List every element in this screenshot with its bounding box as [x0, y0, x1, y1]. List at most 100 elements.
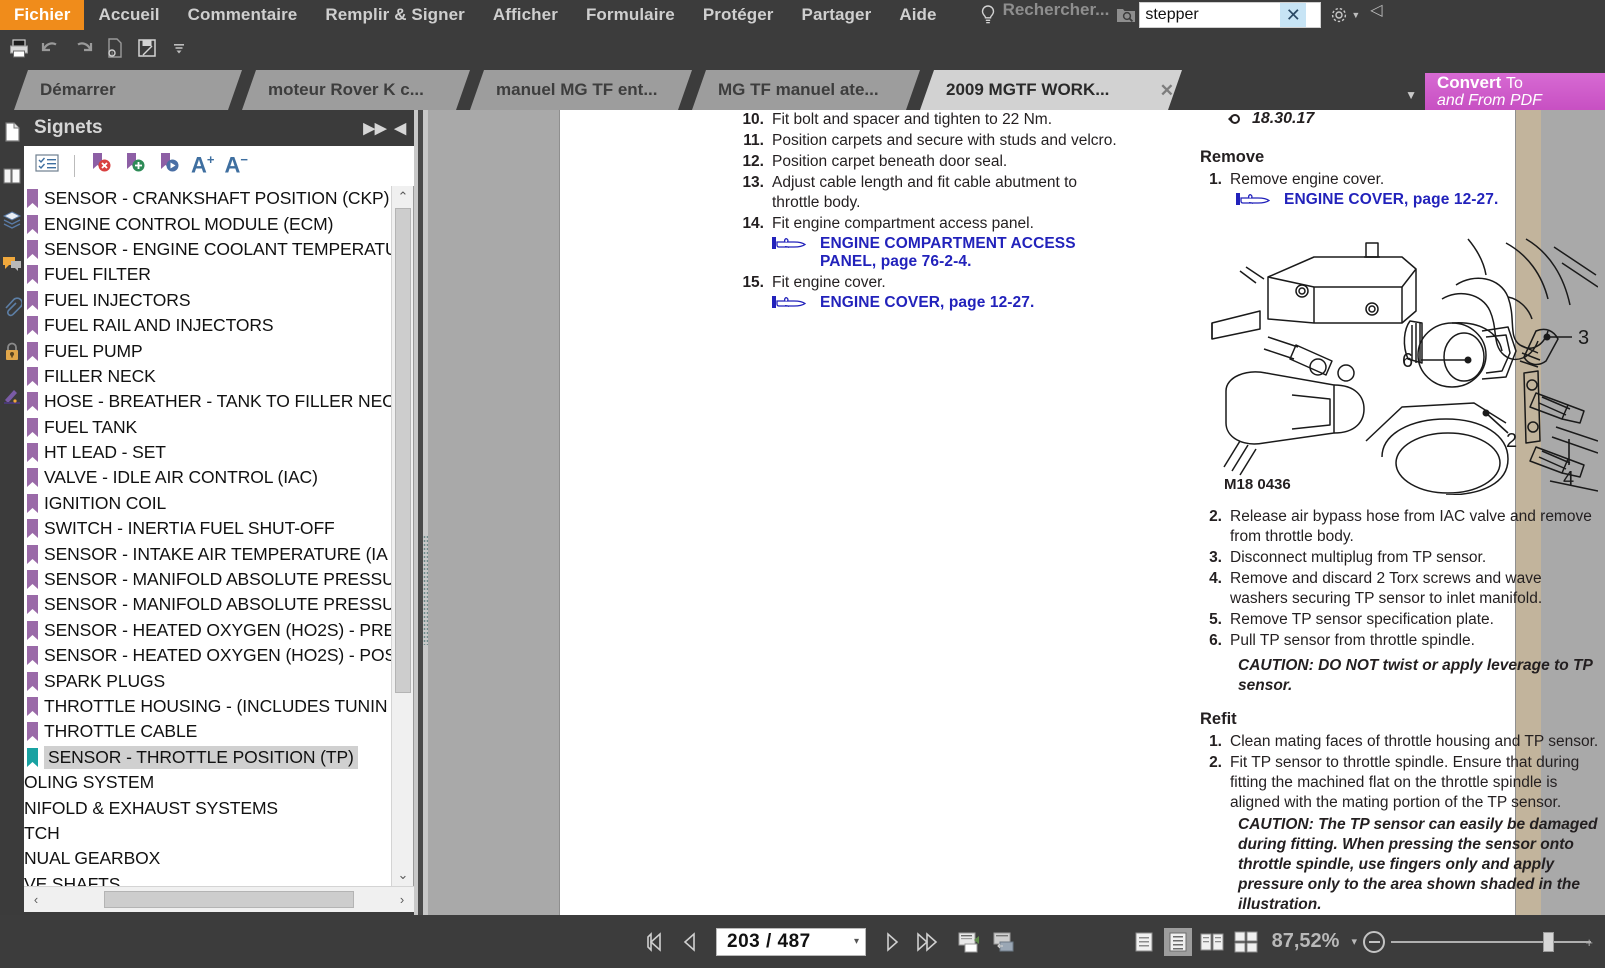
bookmark-item[interactable]: VALVE - IDLE AIR CONTROL (IAC): [24, 465, 413, 490]
bookmark-item[interactable]: SWITCH - INERTIA FUEL SHUT-OFF: [24, 516, 413, 541]
print-icon[interactable]: [4, 33, 34, 63]
tab-manuel-mg-tf-ent[interactable]: manuel MG TF ent...: [470, 70, 692, 110]
menu-item-aide[interactable]: Aide: [885, 0, 950, 30]
tab-mg-tf-manuel-ate[interactable]: MG TF manuel ate...: [692, 70, 920, 110]
bookmark-item[interactable]: VE SHAFTS: [24, 872, 413, 886]
signature-icon[interactable]: [0, 374, 24, 418]
scroll-up-icon[interactable]: ⌃: [392, 186, 414, 208]
search-input[interactable]: [1140, 4, 1280, 26]
bookmarks-list[interactable]: SENSOR - CRANKSHAFT POSITION (CKP)ENGINE…: [24, 186, 414, 886]
search-box[interactable]: ✕: [1139, 2, 1321, 28]
continuous-scroll-view-icon[interactable]: [1164, 928, 1192, 956]
security-lock-icon[interactable]: [0, 330, 24, 374]
bookmark-item[interactable]: TCH: [24, 821, 413, 846]
bookmark-item[interactable]: SENSOR - THROTTLE POSITION (TP): [24, 745, 413, 770]
bookmark-item[interactable]: OLING SYSTEM: [24, 770, 413, 795]
collapse-panel-icon[interactable]: ◀: [394, 119, 406, 137]
find-in-document-icon[interactable]: [1115, 0, 1139, 30]
previous-page-icon[interactable]: [674, 927, 704, 957]
bookmark-item[interactable]: SENSOR - MANIFOLD ABSOLUTE PRESSUR: [24, 567, 413, 592]
zoom-in-icon[interactable]: +: [1585, 935, 1593, 950]
bookmark-item[interactable]: THROTTLE HOUSING - (INCLUDES TUNIN: [24, 694, 413, 719]
bookmarks-horizontal-scrollbar[interactable]: ‹ ›: [24, 886, 414, 912]
menu-item-proteger[interactable]: Protéger: [689, 0, 788, 30]
save-as-icon[interactable]: [132, 33, 162, 63]
bookmark-item[interactable]: FUEL TANK: [24, 415, 413, 440]
menu-item-afficher[interactable]: Afficher: [479, 0, 572, 30]
zoom-slider[interactable]: +: [1391, 931, 1591, 953]
tab-overflow-caret-icon[interactable]: ▼: [1405, 88, 1417, 102]
bookmark-item[interactable]: NUAL GEARBOX: [24, 846, 413, 871]
two-page-view-icon[interactable]: [1198, 928, 1226, 956]
comments-icon[interactable]: [0, 242, 24, 286]
increase-text-size-icon[interactable]: A+: [191, 152, 214, 178]
decrease-text-size-icon[interactable]: A−: [224, 152, 247, 178]
tab-2009-mgtf-workshop[interactable]: 2009 MGTF WORK... ✕: [920, 70, 1182, 110]
single-page-view-icon[interactable]: [1130, 928, 1158, 956]
page-number-input[interactable]: 203 / 487 ▾: [716, 928, 866, 956]
zoom-slider-knob[interactable]: [1543, 932, 1554, 952]
menu-item-formulaire[interactable]: Formulaire: [572, 0, 689, 30]
vertical-scroll-thumb[interactable]: [395, 208, 411, 693]
scroll-right-icon[interactable]: ›: [390, 888, 414, 912]
tab-close-icon[interactable]: ✕: [1160, 81, 1174, 101]
collapse-ribbon-icon[interactable]: ◁: [1364, 0, 1390, 30]
bookmark-item[interactable]: FILLER NECK: [24, 364, 413, 389]
edit-bookmark-icon[interactable]: [157, 151, 181, 180]
bookmark-item[interactable]: SENSOR - HEATED OXYGEN (HO2S) - PRE: [24, 618, 413, 643]
bookmark-item[interactable]: SPARK PLUGS: [24, 668, 413, 693]
scroll-down-icon[interactable]: ⌄: [392, 864, 414, 886]
bookmark-item[interactable]: THROTTLE CABLE: [24, 719, 413, 744]
layers-icon[interactable]: [0, 198, 24, 242]
settings-gear-button[interactable]: ▼: [1321, 0, 1364, 30]
bookmark-item[interactable]: SENSOR - HEATED OXYGEN (HO2S) - POS1: [24, 643, 413, 668]
bookmark-item[interactable]: HOSE - BREATHER - TANK TO FILLER NEC: [24, 389, 413, 414]
redo-icon[interactable]: [68, 33, 98, 63]
bookmark-item[interactable]: HT LEAD - SET: [24, 440, 413, 465]
first-page-icon[interactable]: [640, 927, 670, 957]
menu-item-accueil[interactable]: Accueil: [84, 0, 173, 30]
cross-reference-link[interactable]: ENGINE COVER, page 12-27.: [742, 294, 1122, 314]
bookmark-item[interactable]: SENSOR - ENGINE COOLANT TEMPERATUI: [24, 237, 413, 262]
bookmark-item[interactable]: SENSOR - CRANKSHAFT POSITION (CKP): [24, 186, 413, 211]
bookmark-item[interactable]: FUEL FILTER: [24, 262, 413, 287]
fit-page-icon[interactable]: [956, 927, 986, 957]
bookmark-item[interactable]: SENSOR - INTAKE AIR TEMPERATURE (IA: [24, 541, 413, 566]
last-page-icon[interactable]: [912, 927, 942, 957]
bookmark-item[interactable]: FUEL PUMP: [24, 338, 413, 363]
bookmark-item[interactable]: SENSOR - MANIFOLD ABSOLUTE PRESSUR: [24, 592, 413, 617]
bookmark-item[interactable]: ENGINE CONTROL MODULE (ECM): [24, 211, 413, 236]
bookmarks-vertical-scrollbar[interactable]: ⌃ ⌄: [391, 186, 413, 886]
convert-to-pdf-banner[interactable]: Convert To and From PDF: [1425, 73, 1605, 111]
bookmarks-icon[interactable]: [0, 154, 24, 198]
cross-reference-link[interactable]: ENGINE COMPARTMENT ACCESS PANEL, page 76…: [742, 235, 1122, 271]
add-bookmark-icon[interactable]: [123, 151, 147, 180]
cross-reference-link[interactable]: ENGINE COVER, page 12-27.: [1200, 191, 1600, 211]
menu-item-fichier[interactable]: Fichier: [0, 0, 84, 30]
list-options-icon[interactable]: [34, 152, 60, 179]
bookmark-item[interactable]: IGNITION COIL: [24, 491, 413, 516]
expand-panel-icon[interactable]: ▶▶: [363, 119, 386, 137]
attachments-icon[interactable]: [0, 286, 24, 330]
tab-demarrer[interactable]: Démarrer: [14, 70, 242, 110]
menu-item-remplir-signer[interactable]: Remplir & Signer: [311, 0, 479, 30]
two-page-continuous-view-icon[interactable]: [1232, 928, 1260, 956]
next-page-icon[interactable]: [878, 927, 908, 957]
menu-item-partager[interactable]: Partager: [788, 0, 886, 30]
page-thumbnails-icon[interactable]: [0, 110, 24, 154]
undo-icon[interactable]: [36, 33, 66, 63]
menu-item-commentaire[interactable]: Commentaire: [174, 0, 312, 30]
scroll-left-icon[interactable]: ‹: [24, 888, 48, 912]
clear-search-icon[interactable]: ✕: [1280, 3, 1306, 27]
lightbulb-icon[interactable]: [979, 0, 997, 30]
fit-width-icon[interactable]: [990, 927, 1020, 957]
bookmark-item[interactable]: FUEL RAIL AND INJECTORS: [24, 313, 413, 338]
document-info-icon[interactable]: i: [100, 33, 130, 63]
more-options-icon[interactable]: [164, 33, 194, 63]
delete-bookmark-icon[interactable]: [89, 151, 113, 180]
tab-moteur-rover-k[interactable]: moteur Rover K c...: [242, 70, 470, 110]
document-view[interactable]: 10. Fit bolt and spacer and tighten to 2…: [428, 110, 1605, 915]
zoom-out-icon[interactable]: [1363, 931, 1385, 953]
page-dropdown-caret-icon[interactable]: ▾: [854, 936, 859, 947]
horizontal-scroll-thumb[interactable]: [104, 891, 354, 908]
